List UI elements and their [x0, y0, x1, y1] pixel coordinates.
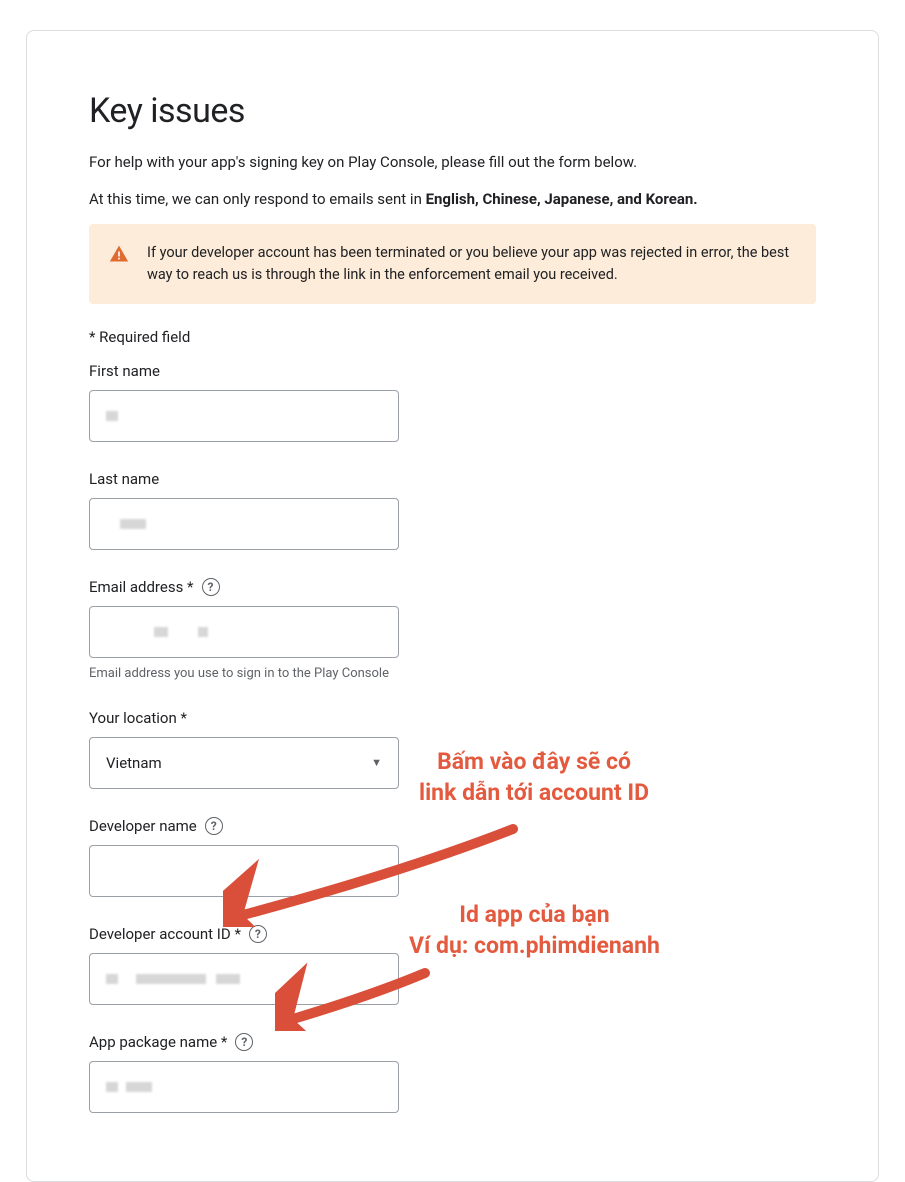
help-icon[interactable]: ?	[205, 817, 223, 835]
warning-icon	[109, 244, 129, 264]
field-location: Your location * Vietnam ▼	[89, 709, 816, 789]
last-name-label: Last name	[89, 470, 159, 488]
warning-text: If your developer account has been termi…	[147, 242, 792, 286]
email-label: Email address *	[89, 578, 194, 596]
location-label: Your location *	[89, 709, 187, 727]
language-note-bold: English, Chinese, Japanese, and Korean.	[426, 190, 698, 208]
intro-text: For help with your app's signing key on …	[89, 151, 816, 174]
app-package-name-input[interactable]	[89, 1061, 399, 1113]
required-note: * Required field	[89, 328, 816, 346]
field-app-package-name: App package name * ?	[89, 1033, 816, 1113]
location-value: Vietnam	[106, 754, 162, 772]
last-name-input[interactable]	[89, 498, 399, 550]
form-card: Key issues For help with your app's sign…	[26, 30, 879, 1182]
first-name-input[interactable]	[89, 390, 399, 442]
field-email: Email address * ? Email address you use …	[89, 578, 816, 681]
location-select[interactable]: Vietnam ▼	[89, 737, 399, 789]
chevron-down-icon: ▼	[371, 756, 382, 769]
developer-name-input[interactable]	[89, 845, 399, 897]
app-package-name-label: App package name *	[89, 1033, 227, 1051]
email-input[interactable]	[89, 606, 399, 658]
language-note-prefix: At this time, we can only respond to ema…	[89, 190, 426, 208]
field-last-name: Last name	[89, 470, 816, 550]
first-name-label: First name	[89, 362, 160, 380]
page-title: Key issues	[89, 91, 816, 131]
help-icon[interactable]: ?	[249, 925, 267, 943]
developer-account-id-label: Developer account ID *	[89, 925, 241, 943]
email-helper: Email address you use to sign in to the …	[89, 666, 816, 681]
language-note: At this time, we can only respond to ema…	[89, 188, 816, 211]
help-icon[interactable]: ?	[235, 1033, 253, 1051]
field-developer-account-id: Developer account ID * ?	[89, 925, 816, 1005]
developer-account-id-input[interactable]	[89, 953, 399, 1005]
developer-name-label: Developer name	[89, 817, 197, 835]
field-developer-name: Developer name ?	[89, 817, 816, 897]
warning-alert: If your developer account has been termi…	[89, 224, 816, 304]
help-icon[interactable]: ?	[202, 578, 220, 596]
field-first-name: First name	[89, 362, 816, 442]
